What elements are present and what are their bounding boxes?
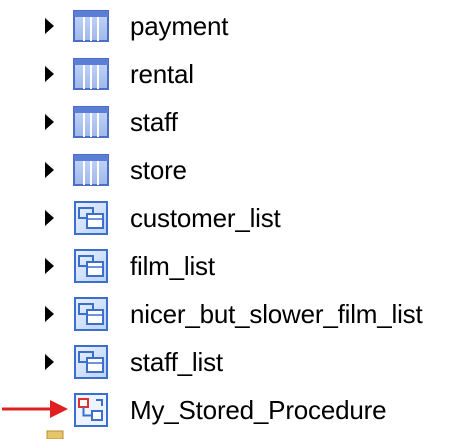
tree-item-label: nicer_but_slower_film_list: [130, 299, 423, 329]
tree-item-label: customer_list: [130, 203, 281, 233]
table-icon: [73, 10, 109, 42]
tree-item-label: staff_list: [130, 347, 223, 377]
red-pointer-arrow-icon: [2, 400, 68, 418]
tree-item-customer-list[interactable]: customer_list: [0, 198, 449, 238]
expand-arrow-icon[interactable]: [45, 306, 54, 322]
tree-item-staff[interactable]: staff: [0, 102, 449, 142]
expand-arrow-icon[interactable]: [45, 210, 54, 226]
table-icon: [73, 106, 109, 138]
expand-arrow-icon[interactable]: [45, 66, 54, 82]
partial-folder-icon: [46, 430, 64, 439]
tree-item-label: My_Stored_Procedure: [130, 395, 387, 425]
tree-item-label: film_list: [130, 251, 215, 281]
stored-procedure-icon: [74, 393, 108, 427]
view-icon: [74, 297, 108, 331]
expand-arrow-icon[interactable]: [45, 114, 54, 130]
tree-item-label: rental: [130, 59, 194, 89]
view-icon: [74, 201, 108, 235]
tree-item-label: payment: [130, 11, 229, 41]
tree-item-payment[interactable]: payment: [0, 6, 449, 46]
expand-arrow-icon[interactable]: [45, 18, 54, 34]
tree-item-film-list[interactable]: film_list: [0, 246, 449, 286]
expand-arrow-icon[interactable]: [45, 162, 54, 178]
tree-item-label: store: [130, 155, 187, 185]
view-icon: [74, 249, 108, 283]
tree-item-label: staff: [130, 107, 178, 137]
tree-item-nicer-but-slower-film-list[interactable]: nicer_but_slower_film_list: [0, 294, 449, 334]
table-icon: [73, 154, 109, 186]
expand-arrow-icon[interactable]: [45, 258, 54, 274]
tree-item-rental[interactable]: rental: [0, 54, 449, 94]
view-icon: [74, 345, 108, 379]
schema-tree: payment rental staff store customer_list…: [0, 0, 449, 439]
expand-arrow-icon[interactable]: [45, 354, 54, 370]
tree-item-staff-list[interactable]: staff_list: [0, 342, 449, 382]
tree-item-store[interactable]: store: [0, 150, 449, 190]
table-icon: [73, 58, 109, 90]
